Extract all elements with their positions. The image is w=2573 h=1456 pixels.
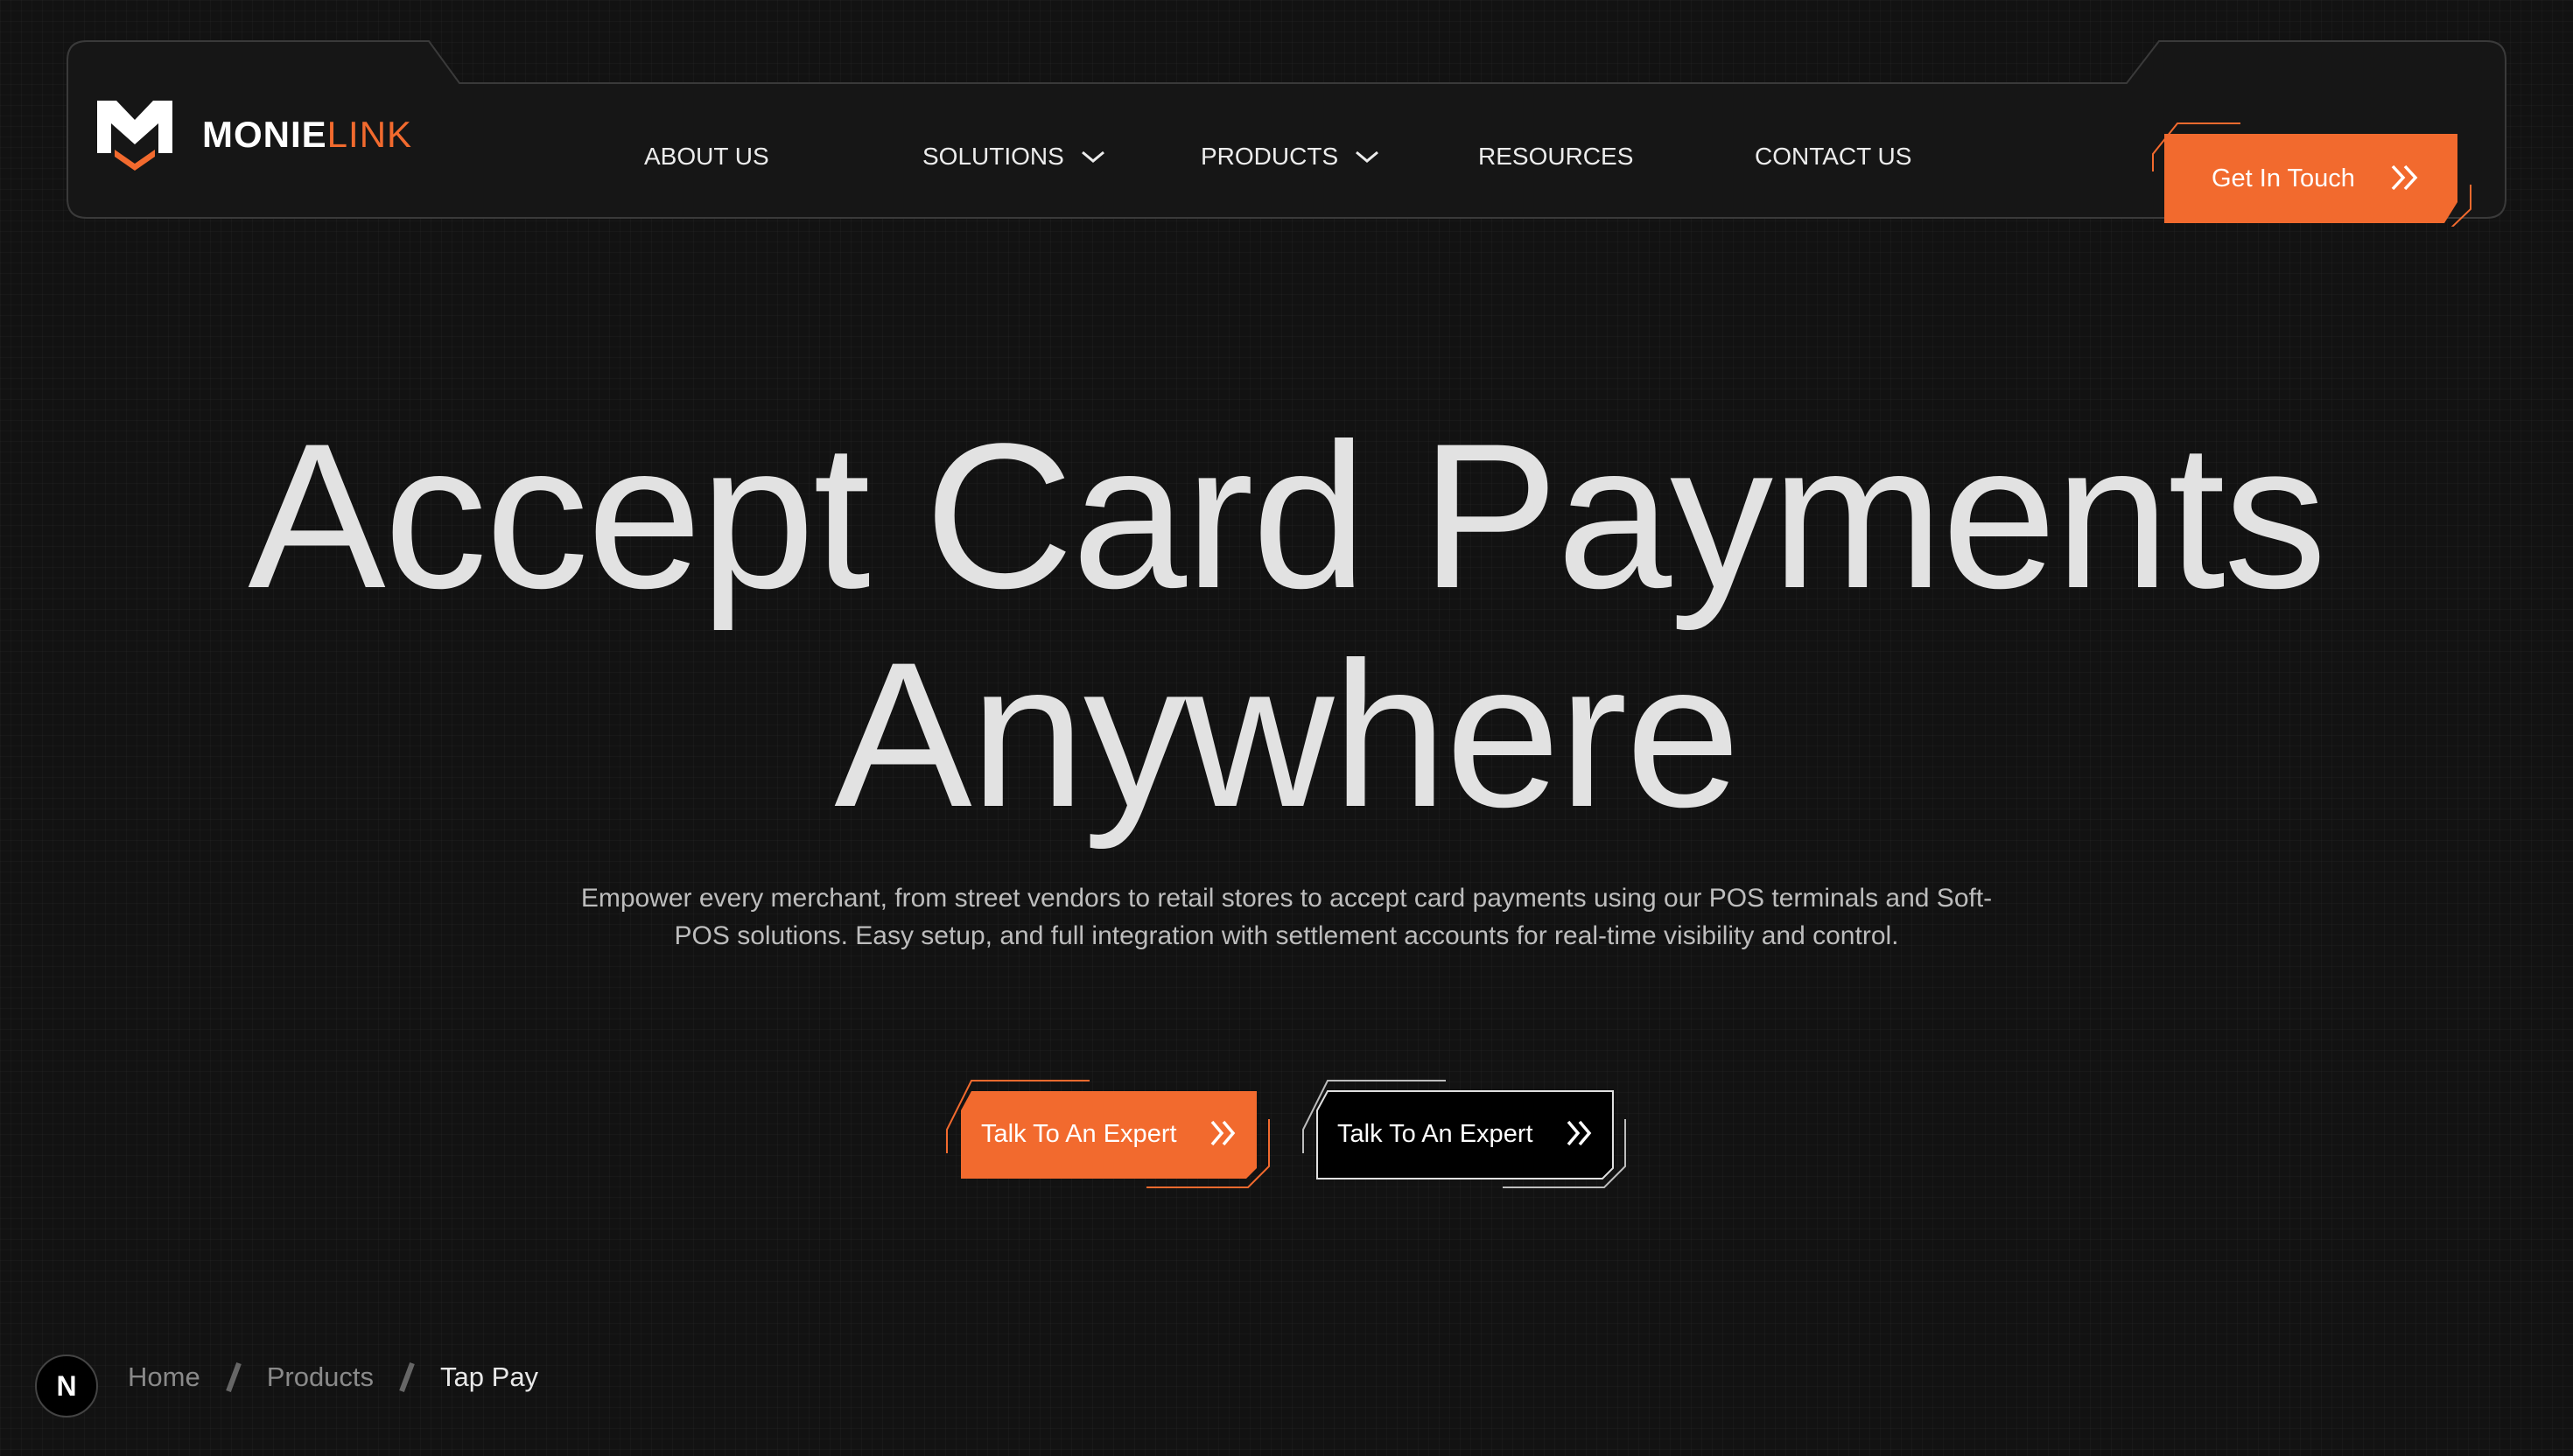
double-chevron-right-icon [2391, 164, 2418, 191]
breadcrumb: Home Products Tap Pay [128, 1362, 538, 1393]
n-badge-icon[interactable]: N [35, 1354, 98, 1418]
navbar-frame [67, 40, 2506, 219]
brand-name: MONIELINK [202, 114, 412, 156]
nav-contact-us[interactable]: CONTACT US [1755, 143, 1911, 171]
hero-title: Accept Card Payments Anywhere [0, 407, 2573, 844]
brand-name-part1: MONIE [202, 114, 327, 155]
slash-separator-icon [225, 1362, 242, 1393]
chevron-down-icon [1081, 150, 1104, 163]
hero-title-line2: Anywhere [834, 620, 1740, 850]
hero-subtitle: Empower every merchant, from street vend… [580, 884, 1993, 950]
get-in-touch-button-shape [2152, 122, 2471, 227]
nav-resources[interactable]: RESOURCES [1478, 143, 1633, 171]
hero-title-line1: Accept Card Payments [248, 401, 2326, 632]
nav-solutions[interactable]: SOLUTIONS [922, 143, 1106, 171]
nav-products-label: PRODUCTS [1201, 143, 1339, 170]
talk-to-expert-secondary-button[interactable]: Talk To An Expert [1301, 1079, 1627, 1189]
top-navbar: MONIELINK ABOUT US SOLUTIONS PRODUCTS RE… [66, 39, 2507, 227]
breadcrumb-current: Tap Pay [440, 1362, 539, 1392]
nav-about-us-label: ABOUT US [644, 143, 769, 170]
breadcrumb-home[interactable]: Home [128, 1362, 200, 1393]
nav-products[interactable]: PRODUCTS [1201, 143, 1380, 171]
double-chevron-right-icon [1210, 1120, 1236, 1146]
talk-to-expert-primary-button[interactable]: Talk To An Expert [945, 1079, 1271, 1189]
double-chevron-right-icon [1567, 1120, 1592, 1146]
site-logo[interactable]: MONIELINK [95, 99, 412, 171]
primary-button-label: Talk To An Expert [981, 1120, 1177, 1148]
nav-contact-us-label: CONTACT US [1755, 143, 1912, 170]
chevron-down-icon [1356, 150, 1379, 163]
nav-resources-label: RESOURCES [1478, 143, 1634, 170]
get-in-touch-button[interactable]: Get In Touch [2151, 80, 2472, 227]
brand-name-part2: LINK [326, 114, 413, 155]
breadcrumb-products[interactable]: Products [267, 1362, 374, 1393]
nav-solutions-label: SOLUTIONS [922, 143, 1064, 170]
nav-about-us[interactable]: ABOUT US [644, 143, 769, 171]
n-badge-label: N [56, 1369, 77, 1402]
get-in-touch-label: Get In Touch [2212, 164, 2355, 192]
monielink-logo-icon [97, 101, 172, 171]
secondary-button-label: Talk To An Expert [1337, 1120, 1533, 1148]
slash-separator-icon [399, 1362, 415, 1393]
